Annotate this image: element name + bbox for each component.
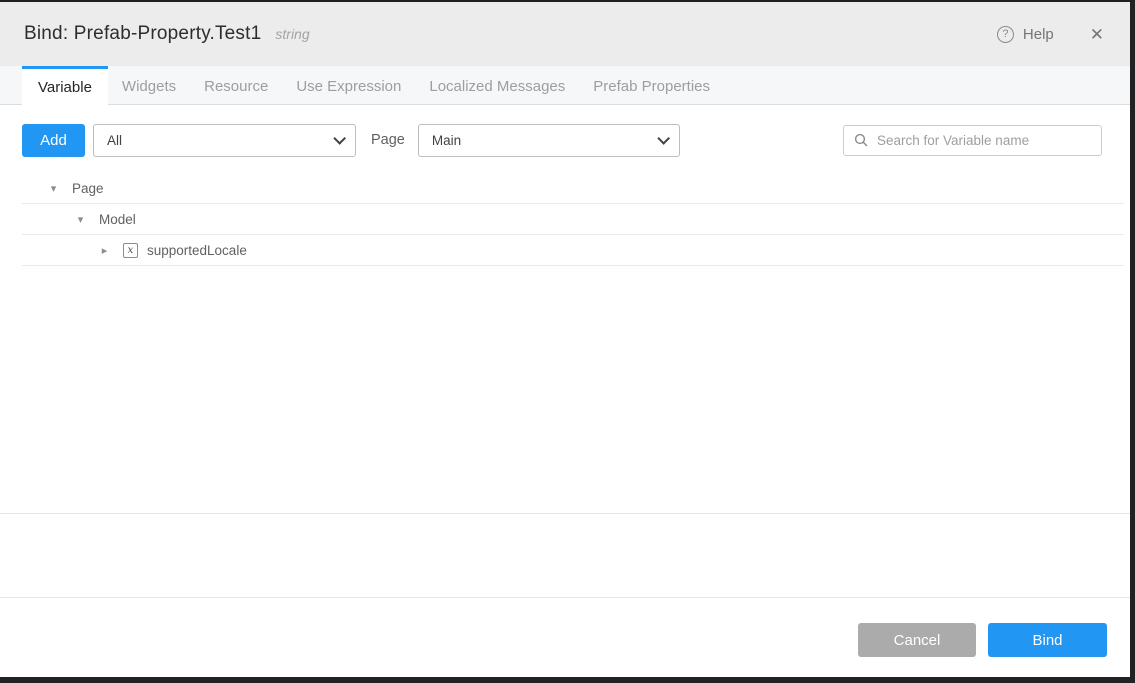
variable-search-input[interactable] — [877, 133, 1091, 148]
tab-widgets[interactable]: Widgets — [108, 66, 190, 104]
help-circle-icon: ? — [997, 26, 1014, 43]
tree-row-model[interactable]: ▾ Model — [22, 204, 1124, 235]
variable-filter-value: All — [107, 133, 122, 148]
close-icon[interactable]: ✕ — [1090, 26, 1104, 43]
caret-down-icon[interactable]: ▾ — [47, 182, 60, 195]
chevron-down-icon — [657, 132, 670, 145]
help-label: Help — [1023, 26, 1054, 43]
dialog-title: Bind: Prefab-Property.Test1 — [24, 23, 261, 45]
bind-button[interactable]: Bind — [988, 623, 1107, 657]
page-select-value: Main — [432, 133, 461, 148]
tree-row-page[interactable]: ▾ Page — [22, 173, 1124, 204]
variable-tab-panel: Add All Page Main ▾ Page — [0, 105, 1130, 514]
tree-node-label: Model — [99, 212, 136, 227]
tab-localized-messages[interactable]: Localized Messages — [415, 66, 579, 104]
variable-toolbar: Add All Page Main — [0, 105, 1130, 160]
bind-dialog: Bind: Prefab-Property.Test1 string ? Hel… — [0, 0, 1135, 683]
caret-down-icon[interactable]: ▾ — [74, 213, 87, 226]
add-variable-button[interactable]: Add — [22, 124, 85, 157]
dialog-footer: Cancel Bind — [0, 598, 1130, 677]
chevron-down-icon — [333, 132, 346, 145]
dialog-tabs: Variable Widgets Resource Use Expression… — [0, 66, 1130, 105]
tree-node-label: supportedLocale — [147, 243, 247, 258]
variable-tree: ▾ Page ▾ Model ▸ x supportedLocale — [22, 173, 1124, 266]
tab-resource[interactable]: Resource — [190, 66, 282, 104]
tab-use-expression[interactable]: Use Expression — [282, 66, 415, 104]
page-select[interactable]: Main — [418, 124, 680, 157]
tab-variable[interactable]: Variable — [22, 66, 108, 105]
tree-node-label: Page — [72, 181, 104, 196]
cancel-button[interactable]: Cancel — [858, 623, 976, 657]
dialog-titlebar: Bind: Prefab-Property.Test1 string ? Hel… — [0, 2, 1130, 66]
page-select-label: Page — [371, 132, 405, 148]
variable-icon: x — [123, 243, 138, 258]
property-type-label: string — [275, 26, 309, 42]
variable-search-box — [843, 125, 1102, 156]
help-link[interactable]: ? Help — [997, 26, 1054, 43]
tree-row-supportedlocale[interactable]: ▸ x supportedLocale — [22, 235, 1124, 266]
bind-options-band — [0, 514, 1130, 598]
caret-right-icon[interactable]: ▸ — [98, 244, 111, 257]
search-icon — [854, 133, 868, 147]
variable-filter-select[interactable]: All — [93, 124, 356, 157]
tab-prefab-properties[interactable]: Prefab Properties — [579, 66, 724, 104]
